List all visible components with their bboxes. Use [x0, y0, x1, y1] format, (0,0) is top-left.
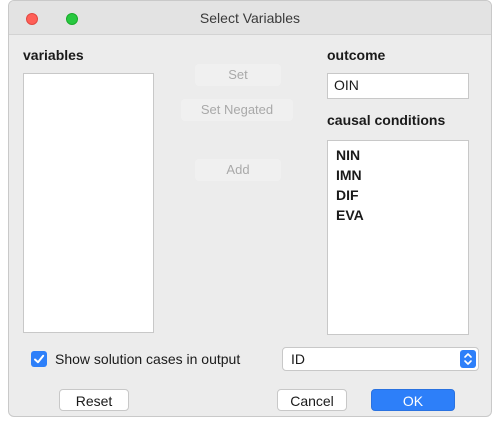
- list-item[interactable]: IMN: [328, 165, 468, 185]
- show-solution-label: Show solution cases in output: [55, 351, 241, 367]
- checkmark-icon: [34, 354, 45, 364]
- causal-conditions-label: causal conditions: [327, 112, 446, 128]
- show-solution-checkbox[interactable]: [31, 351, 47, 367]
- select-variables-window: Select Variables variables Set Set Negat…: [8, 0, 492, 417]
- reset-button[interactable]: Reset: [59, 389, 129, 411]
- set-negated-button[interactable]: Set Negated: [181, 99, 293, 121]
- outcome-field[interactable]: OIN: [327, 73, 469, 99]
- variables-list[interactable]: [23, 73, 154, 333]
- updown-chevron-icon: [460, 350, 476, 368]
- title-bar: Select Variables: [9, 1, 491, 35]
- id-select-value: ID: [291, 351, 305, 367]
- outcome-label: outcome: [327, 47, 386, 63]
- set-button[interactable]: Set: [195, 64, 281, 86]
- list-item[interactable]: EVA: [328, 205, 468, 225]
- window-title: Select Variables: [199, 10, 301, 26]
- causal-conditions-list[interactable]: NIN IMN DIF EVA: [327, 140, 469, 335]
- variables-label: variables: [23, 47, 84, 63]
- id-select[interactable]: ID: [282, 347, 479, 371]
- list-item[interactable]: NIN: [328, 145, 468, 165]
- add-button[interactable]: Add: [195, 159, 281, 181]
- list-item[interactable]: DIF: [328, 185, 468, 205]
- ok-button[interactable]: OK: [371, 389, 455, 411]
- cancel-button[interactable]: Cancel: [277, 389, 347, 411]
